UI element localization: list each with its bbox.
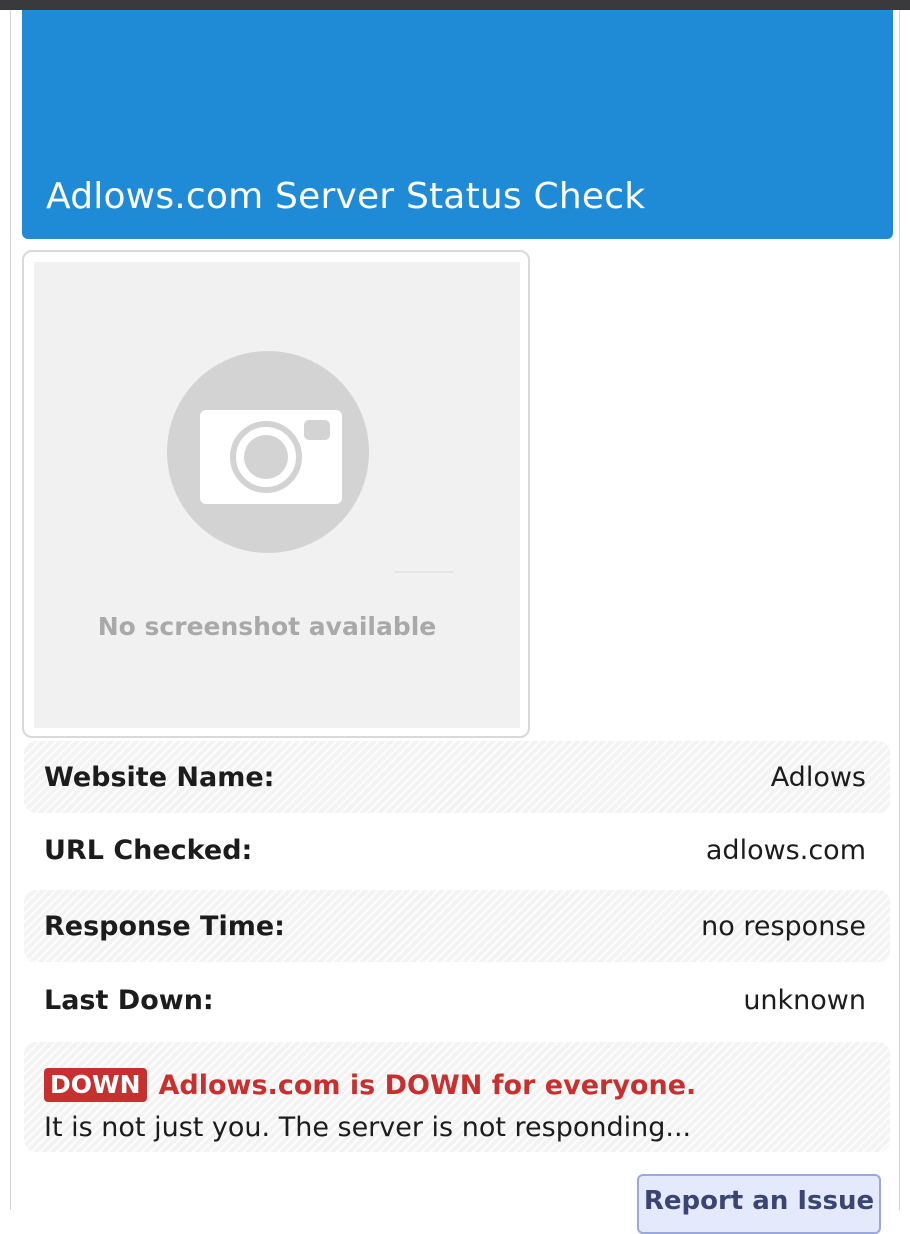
status-description: It is not just you. The server is not re… xyxy=(44,1112,692,1143)
screenshot-card: No screenshot available xyxy=(22,250,530,738)
url-checked-value: adlows.com xyxy=(705,834,866,866)
page-header: Adlows.com Server Status Check xyxy=(22,10,893,239)
screenshot-placeholder: No screenshot available xyxy=(34,262,520,728)
website-name-row: Website Name: Adlows xyxy=(24,741,890,813)
browser-top-bar xyxy=(0,0,910,10)
last-down-row: Last Down: unknown xyxy=(24,964,890,1036)
url-checked-label: URL Checked: xyxy=(44,834,253,866)
response-time-row: Response Time: no response xyxy=(24,890,890,962)
website-name-value: Adlows xyxy=(770,761,866,793)
status-alert: DOWN Adlows.com is DOWN for everyone. It… xyxy=(24,1042,890,1152)
response-time-label: Response Time: xyxy=(44,910,285,942)
camera-icon xyxy=(167,351,454,573)
response-time-value: no response xyxy=(701,910,866,942)
no-screenshot-caption: No screenshot available xyxy=(97,612,437,641)
page-title: Adlows.com Server Status Check xyxy=(46,176,646,217)
last-down-label: Last Down: xyxy=(44,984,214,1016)
url-checked-row: URL Checked: adlows.com xyxy=(24,814,890,886)
status-headline-line: DOWN Adlows.com is DOWN for everyone. xyxy=(44,1066,870,1104)
website-name-label: Website Name: xyxy=(44,761,275,793)
down-status-badge: DOWN xyxy=(44,1068,147,1102)
status-headline: Adlows.com is DOWN for everyone. xyxy=(158,1069,697,1101)
last-down-value: unknown xyxy=(743,984,866,1016)
report-issue-button[interactable]: Report an Issue xyxy=(637,1174,881,1234)
